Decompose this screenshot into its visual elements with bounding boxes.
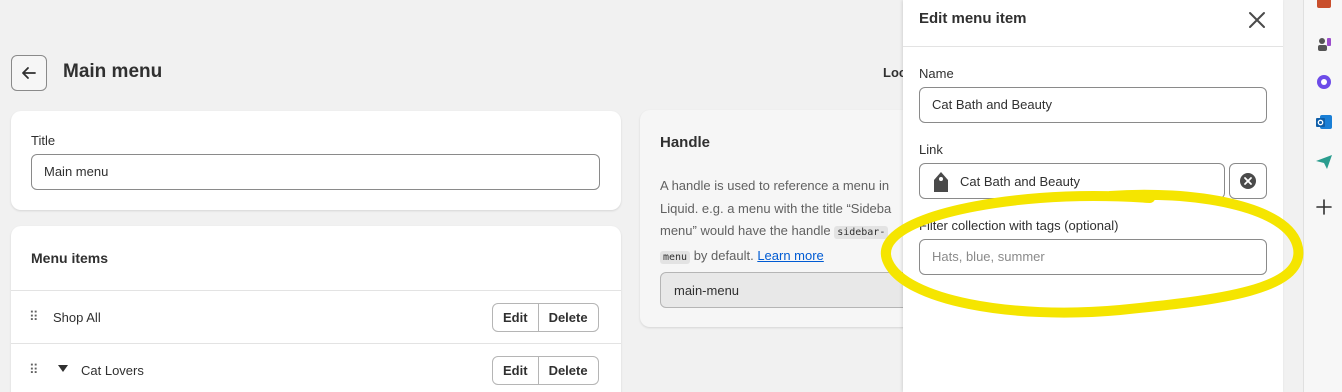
name-input[interactable]: Cat Bath and Beauty [919,87,1267,123]
clear-circle-icon [1240,173,1256,189]
toolbox-icon[interactable] [1315,0,1333,12]
handle-heading: Handle [660,134,711,151]
collection-tag-icon [934,172,948,192]
delete-button[interactable]: Delete [537,357,598,384]
menu-item-row: ⠿ Cat Lovers Edit Delete [11,343,621,392]
edit-button[interactable]: Edit [493,357,538,384]
add-icon[interactable] [1315,198,1333,216]
handle-input[interactable]: main-menu [660,272,920,308]
filter-tags-label: Filter collection with tags (optional) [919,218,1119,233]
link-input[interactable]: Cat Bath and Beauty [919,163,1225,199]
back-button[interactable] [11,55,47,91]
menu-items-card: Menu items ⠿ Shop All Edit Delete ⠿ Cat … [11,226,621,392]
handle-description: A handle is used to reference a menu in … [660,178,892,264]
page-title: Main menu [63,61,163,82]
menu-item-actions: Edit Delete [492,356,599,385]
expand-caret-icon[interactable] [58,365,68,372]
menu-items-heading: Menu items [31,250,109,266]
menu-item-label: Shop All [53,310,101,325]
outlook-icon[interactable] [1315,113,1333,131]
title-label: Title [31,133,56,148]
clear-link-button[interactable] [1229,163,1267,199]
copilot-icon[interactable] [1315,73,1333,91]
close-icon[interactable] [1246,9,1268,31]
title-card: Title Main menu [11,111,621,210]
handle-card: Handle A handle is used to reference a m… [640,110,920,327]
location-label: Loc [883,65,903,80]
panel-header: Edit menu item [903,0,1283,47]
menu-item-actions: Edit Delete [492,303,599,332]
menu-item-row: ⠿ Shop All Edit Delete [11,290,621,343]
link-value: Cat Bath and Beauty [960,174,1080,189]
title-input[interactable]: Main menu [31,154,600,190]
edit-button[interactable]: Edit [493,304,538,331]
learn-more-link[interactable]: Learn more [757,248,823,263]
games-icon[interactable] [1315,35,1333,53]
arrow-left-icon [22,67,36,79]
browser-sidebar [1303,0,1342,392]
filter-tags-input[interactable]: Hats, blue, summer [919,239,1267,275]
drag-handle-icon[interactable]: ⠿ [29,309,38,325]
delete-button[interactable]: Delete [537,304,598,331]
name-label: Name [919,66,954,81]
edit-menu-item-panel: Edit menu item Name Cat Bath and Beauty … [903,0,1283,392]
link-label: Link [919,142,943,157]
drag-handle-icon[interactable]: ⠿ [29,362,38,378]
menu-item-label: Cat Lovers [81,363,144,378]
send-icon[interactable] [1315,153,1333,171]
panel-title: Edit menu item [919,10,1027,27]
